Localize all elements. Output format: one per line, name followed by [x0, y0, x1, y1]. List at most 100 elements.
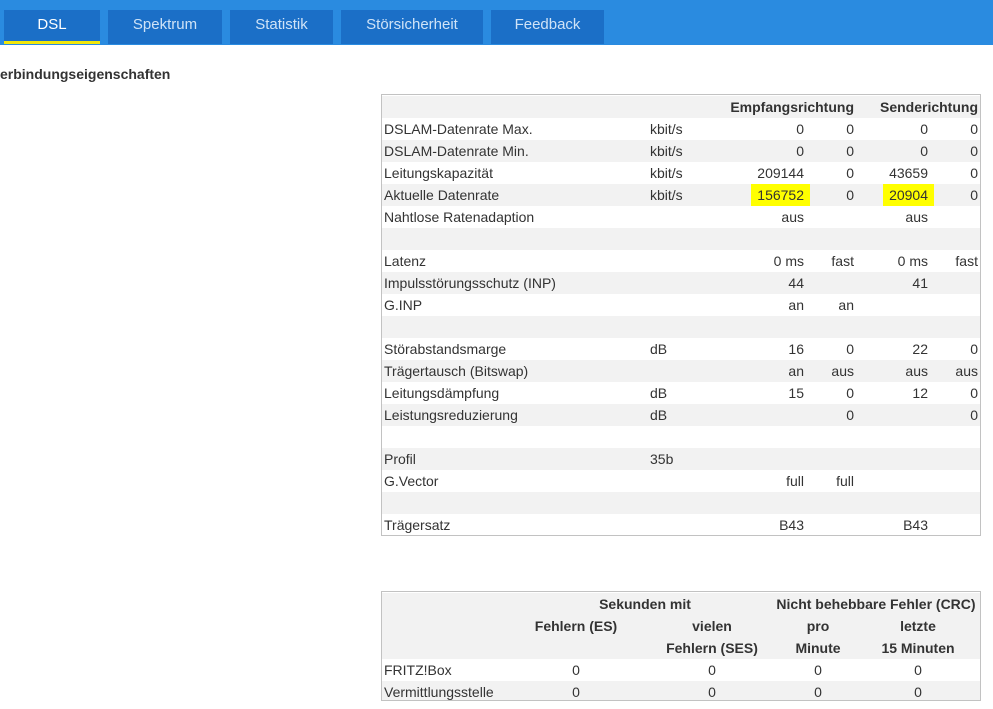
row-label: FRITZ!Box [384, 662, 452, 678]
row-unit: dB [650, 341, 668, 357]
crc-per-minute-value: 0 [814, 662, 822, 678]
row-label: Aktuelle Datenrate [384, 187, 500, 203]
errors-header-row-2: Fehlern (ES) vielen pro letzte [382, 615, 980, 637]
table-row: Vermittlungsstelle 0 0 0 0 [382, 681, 980, 700]
header-sekunden-mit: Sekunden mit [599, 596, 691, 612]
table-row: Leistungsreduzierung dB 0 0 [382, 404, 980, 426]
row-label: Vermittlungsstelle [384, 684, 494, 700]
crc-last-15-value: 0 [914, 684, 922, 700]
sende-value-1: aus [905, 209, 928, 225]
section-title: erbindungseigenschaften [0, 66, 171, 82]
header-pro: pro [806, 618, 830, 634]
row-unit: kbit/s [650, 143, 683, 159]
empfang-value-2: 0 [846, 407, 854, 423]
row-unit: kbit/s [650, 187, 683, 203]
tab-feedback[interactable]: Feedback [491, 10, 604, 44]
row-label: Leitungsdämpfung [384, 385, 500, 401]
ses-value: 0 [708, 684, 716, 700]
table-row: Latenz 0 ms fast 0 ms fast [382, 250, 980, 272]
tab-statistik[interactable]: Statistik [230, 10, 333, 44]
empfang-value-2: 0 [846, 341, 854, 357]
table-row: Impulsstörungsschutz (INP) 44 41 [382, 272, 980, 294]
empfang-value-1: 16 [788, 341, 804, 357]
sende-value-2: 0 [970, 121, 978, 137]
header-letzte: letzte [900, 618, 936, 634]
row-unit: dB [650, 407, 668, 423]
table-row: DSLAM-Datenrate Min. kbit/s 0 0 0 0 [382, 140, 980, 162]
top-nav-bar: DSL Spektrum Statistik Störsicherheit Fe… [0, 0, 993, 45]
sende-value-1: 20904 [883, 184, 934, 206]
empfang-value-1: an [788, 363, 804, 379]
empfang-value-2: an [838, 297, 854, 313]
header-minute: Minute [795, 640, 841, 656]
error-statistics-table: Sekunden mit Nicht behebbare Fehler (CRC… [381, 591, 981, 701]
tab-spektrum[interactable]: Spektrum [108, 10, 222, 44]
sende-value-2: 0 [970, 341, 978, 357]
empfang-value-1: 0 [796, 121, 804, 137]
table-row: G.INP an an [382, 294, 980, 316]
empfang-value-2: 0 [846, 143, 854, 159]
sende-value-1: 0 [920, 121, 928, 137]
row-unit: kbit/s [650, 121, 683, 137]
table-row: Leitungskapazität kbit/s 209144 0 43659 0 [382, 162, 980, 184]
sende-value-2: 0 [970, 385, 978, 401]
empfang-value-2: fast [831, 253, 854, 269]
empfang-value-2: 0 [846, 187, 854, 203]
empfang-value-1: 15 [788, 385, 804, 401]
empfang-value-1: 156752 [751, 184, 810, 206]
header-15-minuten: 15 Minuten [881, 640, 955, 656]
table-row [382, 316, 980, 338]
crc-per-minute-value: 0 [814, 684, 822, 700]
row-label: DSLAM-Datenrate Min. [384, 143, 529, 159]
empfang-value-2: 0 [846, 165, 854, 181]
row-label: Trägersatz [384, 517, 451, 533]
table-row: DSLAM-Datenrate Max. kbit/s 0 0 0 0 [382, 118, 980, 140]
empfang-value-1: aus [781, 209, 804, 225]
sende-value-1: 0 [920, 143, 928, 159]
table-row: Aktuelle Datenrate kbit/s 156752 0 20904 0 [382, 184, 980, 206]
header-empfangsrichtung: Empfangsrichtung [730, 99, 854, 115]
table-row: G.Vector full full [382, 470, 980, 492]
sende-value-2: 0 [970, 165, 978, 181]
sende-value-1: 0 ms [897, 253, 928, 269]
row-label: Trägertausch (Bitswap) [384, 363, 529, 379]
row-label: DSLAM-Datenrate Max. [384, 121, 533, 137]
crc-last-15-value: 0 [914, 662, 922, 678]
empfang-value-1: 209144 [757, 165, 804, 181]
row-unit: kbit/s [650, 165, 683, 181]
row-label: Leistungsreduzierung [384, 407, 518, 423]
header-senderichtung: Senderichtung [879, 99, 978, 115]
tab-stoersicherheit[interactable]: Störsicherheit [341, 10, 483, 44]
sende-value-2: aus [955, 363, 978, 379]
table-row: FRITZ!Box 0 0 0 0 [382, 659, 980, 681]
sende-value-1: aus [905, 363, 928, 379]
table-header-row: Empfangsrichtung Senderichtung [382, 96, 980, 118]
table-row: Trägertausch (Bitswap) an aus aus aus [382, 360, 980, 382]
tab-dsl[interactable]: DSL [4, 10, 100, 44]
sende-value-2: 0 [970, 407, 978, 423]
empfang-value-1: an [788, 297, 804, 313]
connection-properties-table: Empfangsrichtung Senderichtung DSLAM-Dat… [381, 94, 981, 536]
table-row [382, 492, 980, 514]
empfang-value-1: 0 [796, 143, 804, 159]
header-ses-line1: vielen [692, 618, 732, 634]
table-row: Störabstandsmarge dB 16 0 22 0 [382, 338, 980, 360]
sende-value-1: 22 [912, 341, 928, 357]
row-label: Profil [384, 451, 416, 467]
empfang-value-1: 0 ms [773, 253, 804, 269]
empfang-value-1: B43 [779, 517, 804, 533]
empfang-value-2: aus [831, 363, 854, 379]
sende-value-1: 43659 [889, 165, 928, 181]
empfang-value-1: 44 [788, 275, 804, 291]
header-es: Fehlern (ES) [534, 618, 618, 634]
row-label: Impulsstörungsschutz (INP) [384, 275, 556, 291]
row-label: Nahtlose Ratenadaption [384, 209, 535, 225]
sende-value-1: 12 [912, 385, 928, 401]
table-row: Leitungsdämpfung dB 15 0 12 0 [382, 382, 980, 404]
table-row [382, 426, 980, 448]
table-row [382, 228, 980, 250]
sende-value-1: B43 [903, 517, 928, 533]
row-label: G.INP [384, 297, 423, 313]
table-row: Nahtlose Ratenadaption aus aus [382, 206, 980, 228]
es-value: 0 [572, 662, 580, 678]
